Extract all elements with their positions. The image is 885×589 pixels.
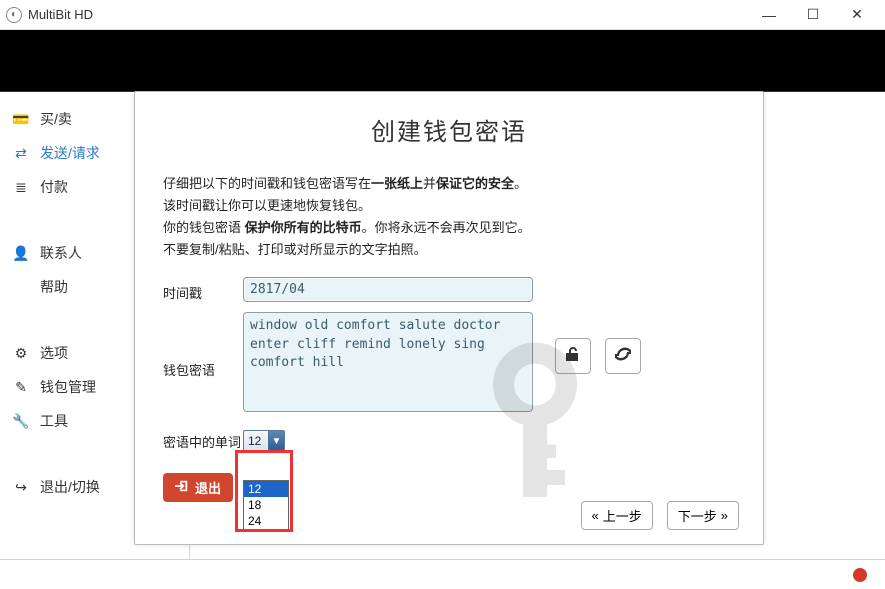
sidebar-item-label: 钱包管理: [40, 377, 96, 397]
wordcount-selected-value: 12: [244, 434, 268, 448]
wordcount-option-24[interactable]: 24: [244, 513, 288, 529]
wordcount-select[interactable]: 12 ▼: [243, 430, 285, 452]
next-button[interactable]: 下一步 »: [667, 501, 739, 530]
user-icon: 👤: [12, 245, 30, 262]
sidebar-item-label: 退出/切换: [40, 477, 100, 497]
sidebar-item-label: 选项: [40, 343, 68, 363]
minimize-button[interactable]: —: [747, 1, 791, 29]
sidebar-item-label: 帮助: [40, 277, 68, 297]
footer: [0, 559, 885, 589]
prev-button-label: 上一步: [603, 506, 642, 525]
chevron-left-icon: «: [592, 508, 599, 523]
dialog-title: 创建钱包密语: [163, 112, 735, 147]
card-icon: 💳: [12, 111, 30, 128]
timestamp-label: 时间戳: [163, 277, 243, 302]
wordcount-option-12[interactable]: 12: [244, 481, 288, 497]
titlebar: ◐ MultiBit HD — ☐ ✕: [0, 0, 885, 30]
chevron-down-icon: ▼: [268, 431, 284, 451]
wordcount-label: 密语中的单词: [163, 432, 243, 451]
dialog-instruction-2: 该时间戳让你可以更速地恢复钱包。: [163, 195, 735, 217]
sidebar-item-label: 付款: [40, 177, 68, 197]
wrench-icon: 🔧: [12, 413, 30, 430]
dialog-instruction-1: 仔细把以下的时间戳和钱包密语写在一张纸上并保证它的安全。: [163, 173, 735, 195]
seed-words-field[interactable]: window old comfort salute doctor enter c…: [243, 312, 533, 412]
window-title: MultiBit HD: [28, 7, 93, 22]
lock-button[interactable]: [555, 338, 591, 374]
sidebar-item-label: 买/卖: [40, 109, 72, 129]
sidebar-item-label: 发送/请求: [40, 143, 100, 163]
seed-label: 钱包密语: [163, 312, 243, 379]
prev-button[interactable]: « 上一步: [581, 501, 653, 530]
close-button[interactable]: ✕: [835, 1, 879, 29]
list-icon: ≣: [12, 179, 30, 196]
timestamp-field[interactable]: 2817/04: [243, 277, 533, 302]
gear-icon: ⚙: [12, 345, 30, 362]
sidebar-item-label: 工具: [40, 411, 68, 431]
status-indicator: [853, 568, 867, 582]
dialog-instruction-4: 不要复制/粘贴、打印或对所显示的文字拍照。: [163, 239, 735, 261]
header-strip: [0, 30, 885, 92]
refresh-icon: [615, 346, 631, 367]
wordcount-dropdown[interactable]: 12 18 24: [243, 480, 289, 530]
exit-button-label: 退出: [195, 478, 221, 497]
transfer-icon: ⇄: [12, 145, 30, 162]
unlock-icon: [565, 346, 581, 367]
dialog-instruction-3: 你的钱包密语 保护你所有的比特币。你将永远不会再次见到它。: [163, 217, 735, 239]
create-wallet-seed-dialog: 创建钱包密语 仔细把以下的时间戳和钱包密语写在一张纸上并保证它的安全。 该时间戳…: [134, 91, 764, 545]
exit-button[interactable]: 退出: [163, 473, 233, 502]
sidebar-item-label: 联系人: [40, 243, 82, 263]
signout-icon: ↪: [12, 479, 30, 496]
next-button-label: 下一步: [678, 506, 717, 525]
refresh-button[interactable]: [605, 338, 641, 374]
wordcount-option-18[interactable]: 18: [244, 497, 288, 513]
maximize-button[interactable]: ☐: [791, 1, 835, 29]
edit-icon: ✎: [12, 379, 30, 396]
app-icon: ◐: [6, 7, 22, 23]
signout-icon: [175, 479, 189, 496]
chevron-right-icon: »: [721, 508, 728, 523]
